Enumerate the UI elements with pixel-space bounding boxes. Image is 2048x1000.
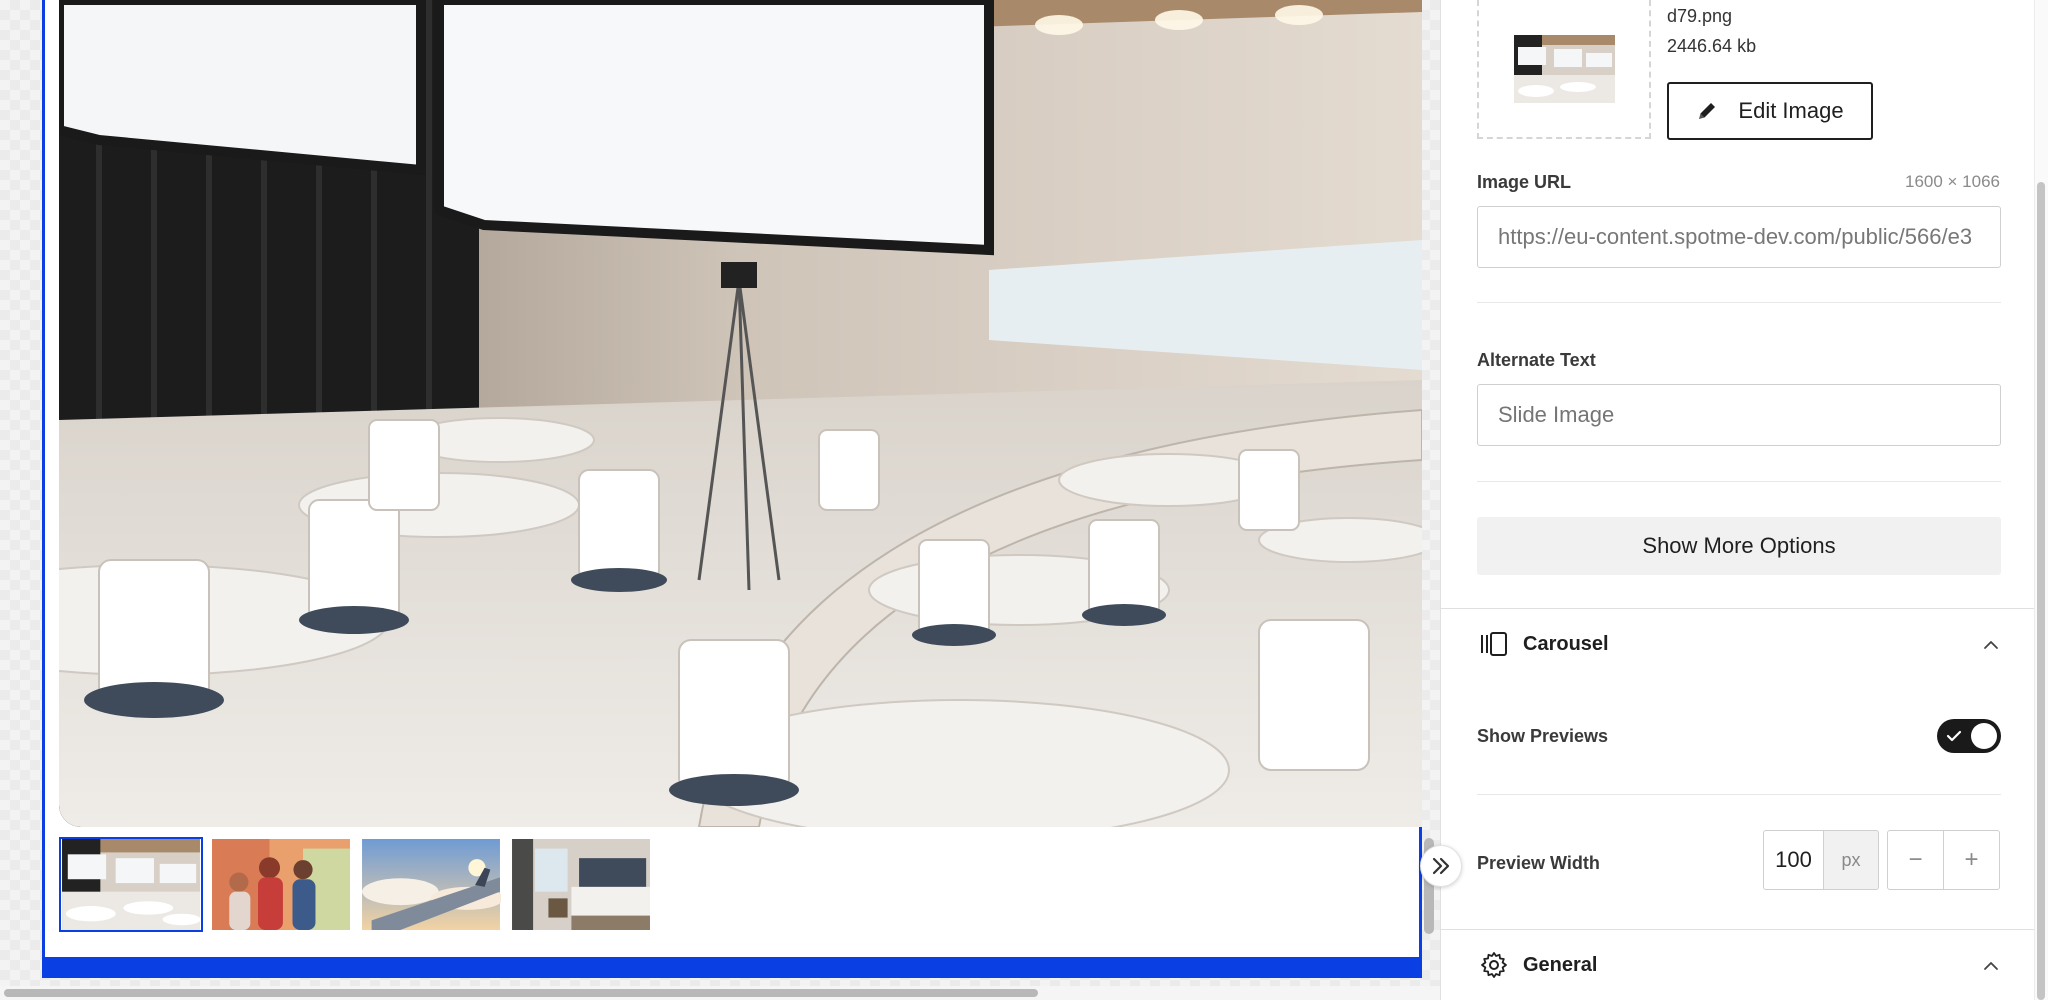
panel-scrollbar-thumb[interactable] [2037,182,2045,1000]
thumbnail-airplane-wing-sky[interactable] [359,837,503,932]
pencil-icon [1699,103,1716,119]
preview-width-unit: px [1823,830,1879,890]
image-preview-thumbnail [1513,34,1615,103]
horizontal-scrollbar[interactable] [0,986,1440,1000]
image-preview[interactable] [1477,0,1651,139]
image-dimensions: 1600 × 1066 [1904,172,2000,191]
show-more-options-button[interactable]: Show More Options [1477,517,2001,575]
divider [1477,481,2001,482]
general-section-title: General [1523,954,1598,976]
settings-panel: d79.png 2446.64 kb Edit Image Image URL … [1440,0,2035,1000]
alternate-text-label: Alternate Text [1477,350,1596,370]
chevron-up-icon [1984,961,1998,970]
thumbnail-conference-hall[interactable] [59,837,203,932]
block-selection-bar [45,957,1419,975]
thumbnail-people-meeting[interactable] [209,837,353,932]
preview-width-label: Preview Width [1477,853,1600,873]
divider [1477,302,2001,303]
toggle-knob [1971,723,1997,749]
carousel-block[interactable] [42,0,1422,978]
show-previews-toggle[interactable] [1937,719,2001,753]
edit-image-label: Edit Image [1738,98,1844,123]
file-name: d79.png [1667,6,1733,26]
chevron-up-icon [1984,640,1998,649]
main-slide-image [59,0,1422,827]
show-previews-label: Show Previews [1477,726,1609,746]
thumbnail-hotel-room[interactable] [509,837,653,932]
divider [1477,794,2001,795]
slide-thumbnails [59,837,653,932]
preview-width-input[interactable]: 100 [1763,830,1823,890]
conference-hall-image [59,0,1422,827]
carousel-section-title: Carousel [1523,633,1609,655]
gear-icon [1481,952,1507,978]
file-size: 2446.64 kb [1667,36,1757,56]
alternate-text-input[interactable] [1477,384,2001,446]
image-url-label: Image URL [1477,172,1572,192]
general-section-header[interactable]: General [1441,929,2035,1000]
checkmark-icon [1946,730,1962,742]
decrease-width-button[interactable]: − [1887,830,1944,890]
increase-width-button[interactable]: + [1943,830,2000,890]
double-chevron-right-icon [1432,857,1450,875]
carousel-icon [1481,632,1507,656]
collapse-panel-button[interactable] [1420,845,1462,887]
carousel-section-header[interactable]: Carousel [1441,608,2035,680]
edit-image-button[interactable]: Edit Image [1667,82,1873,140]
horizontal-scrollbar-thumb[interactable] [4,989,1038,997]
image-url-input[interactable] [1477,206,2001,268]
editor-canvas [0,0,1440,1000]
